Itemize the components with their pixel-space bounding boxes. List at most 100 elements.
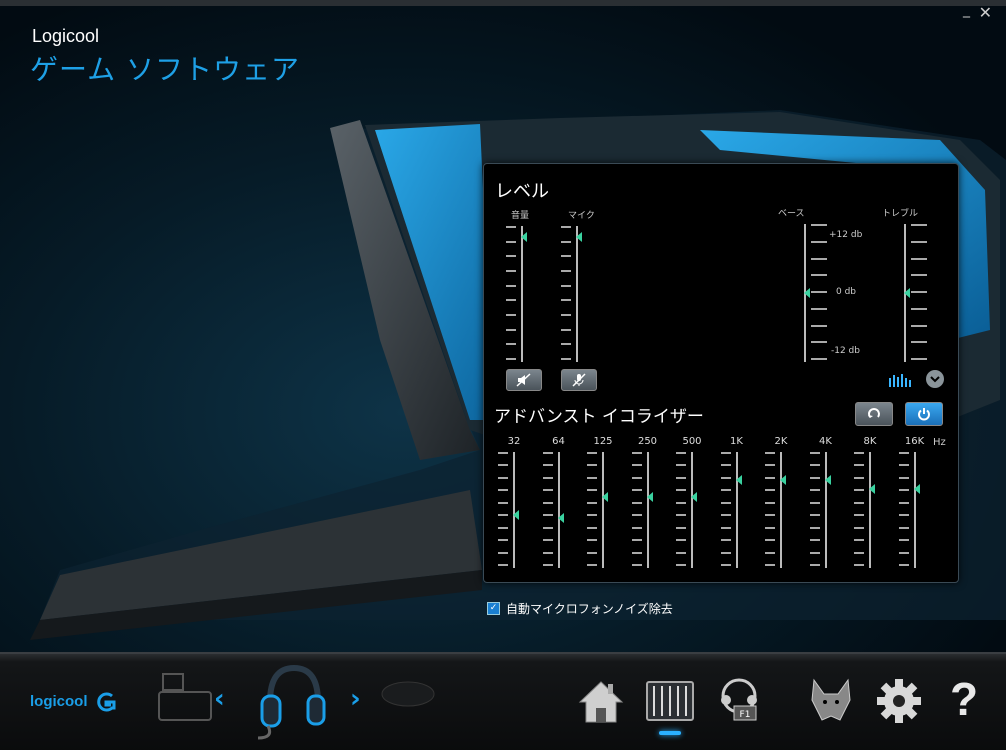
slider-knob[interactable] [904,288,910,298]
slider-tick [631,539,642,541]
noise-reduction-label: 自動マイクロフォンノイズ除去 [506,602,673,616]
eq-band-slider[interactable] [806,452,846,568]
slider-tick [854,552,864,554]
eq-band-slider[interactable] [494,452,534,568]
slider-knob[interactable] [521,232,527,242]
mute-mic-button[interactable] [561,369,597,391]
slider-tick [506,329,516,331]
slider-track [780,452,782,568]
slider-tick [898,452,909,454]
slider-tick [542,564,553,566]
mouse-device-icon[interactable] [380,672,440,712]
logitech-g-icon [96,692,116,712]
slider-knob[interactable] [513,510,519,520]
slider-knob[interactable] [780,475,786,485]
equalizer-settings-icon[interactable] [645,676,695,726]
slider-tick [498,514,508,516]
wolf-profile-icon[interactable] [806,676,856,726]
slider-tick [561,358,571,360]
eq-band-slider[interactable] [583,452,623,568]
keyboard-device-icon[interactable] [155,668,215,728]
help-button[interactable]: ? [950,672,978,726]
slider-tick [811,224,827,226]
mute-speaker-button[interactable] [506,369,542,391]
slider-knob[interactable] [913,484,920,494]
slider-tick [911,258,927,260]
noise-reduction-checkbox[interactable]: ✓ [487,602,500,615]
slider-tick [631,452,642,454]
slider-knob[interactable] [691,492,697,502]
slider-knob[interactable] [576,232,582,242]
noise-reduction-row[interactable]: ✓ 自動マイクロフォンノイズ除去 [487,600,673,617]
slider-knob[interactable] [557,513,564,523]
gear-icon[interactable] [874,676,924,726]
slider-track [646,452,649,568]
eq-band-slider[interactable] [850,452,890,568]
slider-tick [809,477,820,479]
slider-tick [542,539,553,541]
slider-tick [506,343,516,345]
slider-tick [911,224,927,226]
slider-tick [498,452,508,454]
slider-tick [561,299,571,301]
slider-tick [720,564,731,566]
reset-icon [868,408,880,418]
slider-knob[interactable] [869,484,875,494]
eq-band-slider[interactable] [895,452,935,568]
slider-tick [898,477,909,479]
slider-tick [809,527,820,529]
home-icon[interactable] [576,676,626,726]
eq-band-label: 8K [863,436,877,447]
slider-tick [587,514,597,516]
svg-text:F1: F1 [740,710,751,720]
slider-tick [898,564,909,566]
slider-tick [587,464,597,466]
close-button[interactable]: ✕ [979,4,992,22]
slider-knob[interactable] [646,492,653,502]
eq-band-slider[interactable] [628,452,668,568]
mic-slider[interactable] [557,226,597,362]
slider-track [557,452,560,568]
next-device-arrow[interactable]: › [350,684,361,714]
eq-band-slider[interactable] [717,452,757,568]
slider-tick [854,564,864,566]
slider-tick [542,527,553,529]
slider-tick [542,552,553,554]
audio-f-keys-icon[interactable]: F1 [714,676,764,726]
db-bottom-label: -12 db [831,346,860,356]
treble-slider[interactable] [890,224,927,362]
previous-device-arrow[interactable]: ‹ [214,684,225,714]
expand-chevron-button[interactable] [926,370,944,388]
headset-device-icon[interactable] [254,660,328,740]
slider-knob[interactable] [804,288,810,298]
slider-knob[interactable] [602,492,608,502]
slider-tick [631,477,642,479]
slider-tick [587,477,597,479]
slider-tick [898,464,909,466]
eq-band-label: 1K [730,436,743,447]
bass-slider[interactable] [790,224,827,362]
eq-band-slider[interactable] [539,452,579,568]
slider-knob[interactable] [735,475,742,485]
eq-band-slider[interactable] [761,452,801,568]
volume-slider[interactable] [502,226,542,362]
slider-tick [506,241,516,243]
eq-band-slider[interactable] [672,452,712,568]
slider-tick [506,270,516,272]
active-indicator [659,731,681,735]
slider-tick [506,314,516,316]
eq-band-label: 4K [819,436,832,447]
slider-tick [854,514,864,516]
slider-knob[interactable] [824,475,831,485]
reset-button[interactable] [855,402,893,426]
slider-tick [587,552,597,554]
slider-tick [631,464,642,466]
minimize-button[interactable]: _ [963,2,970,18]
eq-band-label: 64 [552,436,565,447]
slider-tick [498,489,508,491]
power-button[interactable] [905,402,943,426]
slider-tick [631,514,642,516]
slider-tick [811,291,827,293]
equalizer-toggle-icon[interactable] [888,372,914,388]
slider-tick [587,527,597,529]
